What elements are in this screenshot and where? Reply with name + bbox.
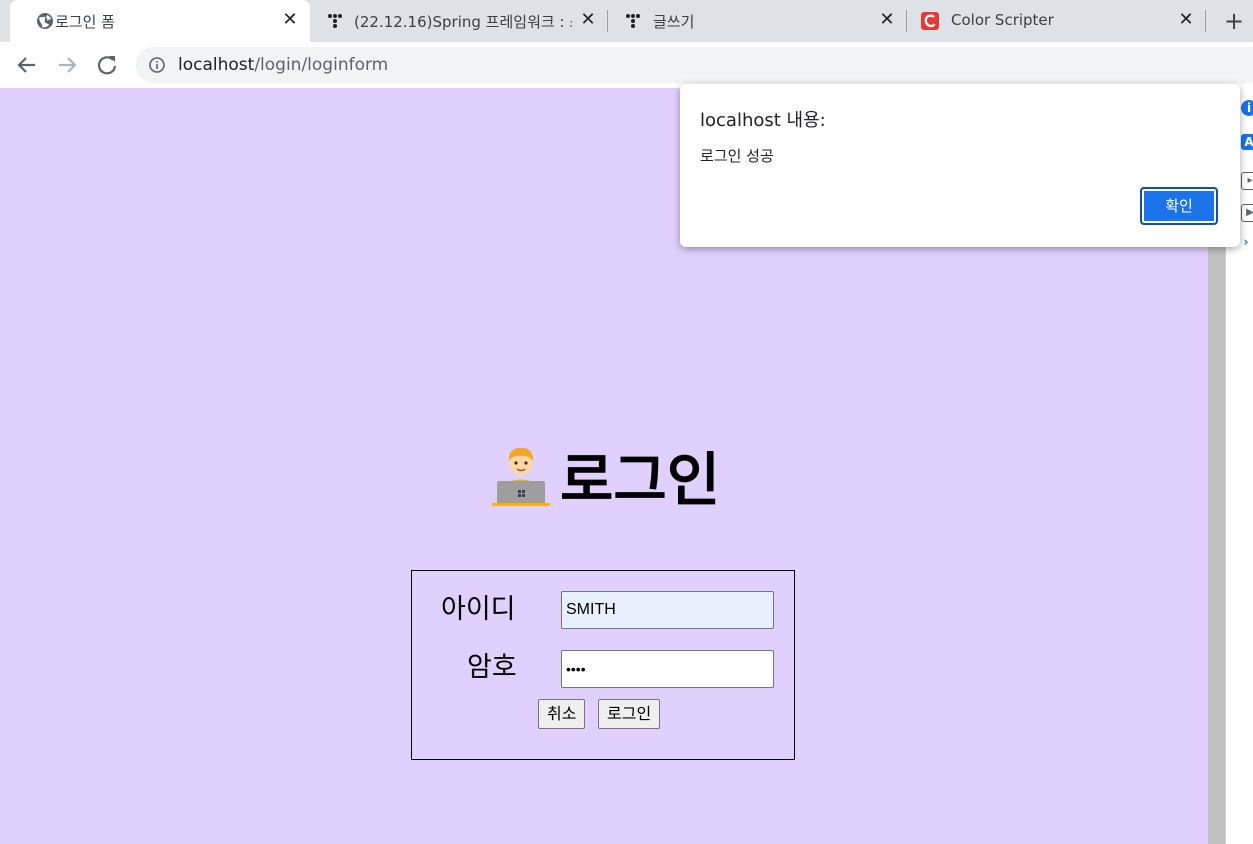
globe-icon — [37, 13, 53, 29]
color-scripter-icon — [921, 12, 939, 30]
close-icon[interactable]: ✕ — [578, 10, 598, 30]
tistory-icon — [328, 14, 342, 28]
url-text: localhost/login/loginform — [178, 55, 388, 75]
browser-toolbar: localhost/login/loginform — [0, 42, 1253, 88]
tab-spring-post[interactable]: (22.12.16)Spring 프레임워크 : 스 ✕ — [310, 0, 607, 42]
technologist-emoji — [492, 447, 550, 506]
alert-dialog: localhost 내용: 로그인 성공 확인 — [680, 84, 1240, 247]
tab-title: 글쓰기 — [653, 13, 695, 31]
info-icon[interactable] — [149, 57, 165, 73]
new-tab-button[interactable]: + — [1222, 9, 1246, 33]
password-label: 암호 — [467, 652, 517, 683]
close-icon[interactable]: ✕ — [877, 10, 897, 30]
id-label: 아이디 — [441, 594, 516, 625]
dialog-message: 로그인 성공 — [700, 147, 774, 165]
login-button[interactable]: 로그인 — [598, 699, 661, 729]
forward-arrow-icon[interactable] — [52, 50, 82, 80]
reload-icon[interactable] — [92, 50, 122, 80]
tab-login-form[interactable]: 로그인 폼 ✕ — [10, 0, 310, 42]
tab-title: (22.12.16)Spring 프레임워크 : 스 — [354, 13, 572, 31]
tab-write-post[interactable]: 글쓰기 ✕ — [608, 0, 906, 42]
url-path: /login/loginform — [254, 55, 389, 75]
cancel-button[interactable]: 취소 — [538, 699, 586, 729]
chevron-right-icon[interactable]: › — [1238, 234, 1253, 250]
close-icon[interactable]: ✕ — [280, 10, 300, 30]
back-arrow-icon[interactable] — [12, 50, 42, 80]
id-input[interactable]: SMITH — [561, 591, 774, 629]
close-icon[interactable]: ✕ — [1176, 10, 1196, 30]
login-heading: 로그인 — [490, 440, 720, 514]
tab-title: Color Scripter — [951, 11, 1054, 29]
page-title: 로그인 — [560, 446, 721, 514]
ok-button[interactable]: 확인 — [1140, 187, 1218, 225]
tab-title: 로그인 폼 — [55, 13, 115, 31]
password-input[interactable]: •••• — [561, 650, 774, 688]
tab-strip: 로그인 폼 ✕ (22.12.16)Spring 프레임워크 : 스 ✕ 글쓰기… — [0, 0, 1253, 42]
translate-icon[interactable]: A — [1241, 134, 1253, 150]
tistory-icon — [626, 14, 640, 28]
cursor-icon[interactable]: ▸ — [1241, 172, 1253, 190]
dialog-title: localhost 내용: — [700, 110, 826, 131]
url-host: localhost — [178, 55, 255, 75]
play-icon[interactable]: ▶ — [1241, 204, 1253, 222]
tab-color-scripter[interactable]: Color Scripter ✕ — [907, 0, 1205, 42]
info-icon[interactable]: i — [1241, 100, 1253, 116]
login-form: 아이디 SMITH 암호 •••• 취소 로그인 — [411, 570, 795, 760]
tab-separator — [1205, 10, 1206, 32]
address-bar[interactable]: localhost/login/loginform — [136, 47, 1253, 83]
